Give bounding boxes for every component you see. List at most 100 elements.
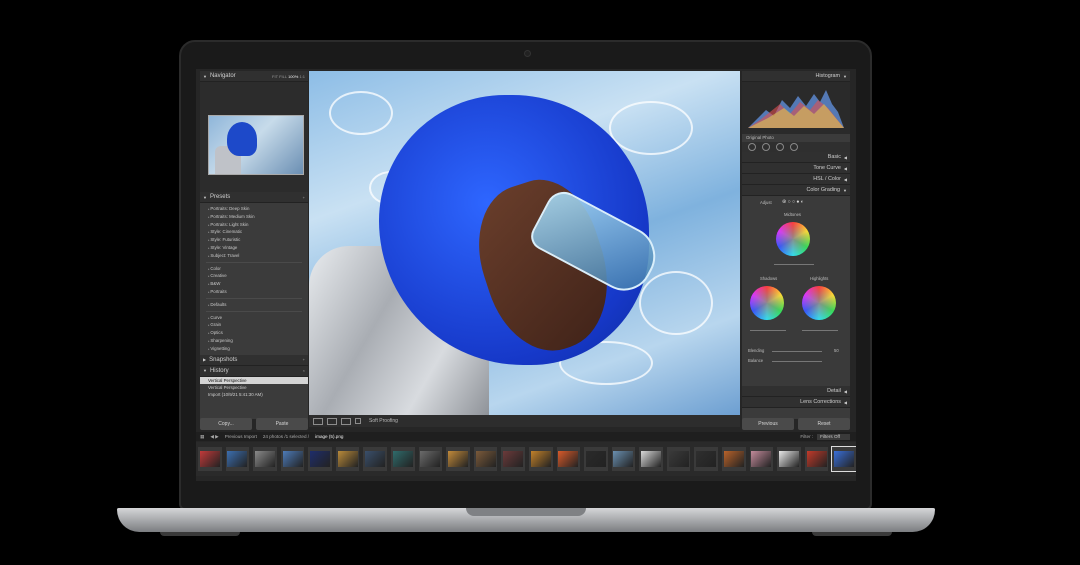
- basic-title: Basic: [827, 154, 841, 160]
- filmstrip-thumbnail[interactable]: [363, 447, 388, 471]
- filmstrip-thumbnail[interactable]: [831, 446, 856, 472]
- crop-tool-icon[interactable]: [748, 143, 756, 151]
- redeye-tool-icon[interactable]: [776, 143, 784, 151]
- filmstrip-thumbnail[interactable]: [777, 447, 801, 471]
- before-after-icon[interactable]: [327, 417, 337, 425]
- shadows-slider[interactable]: [750, 330, 786, 331]
- blending-slider[interactable]: [772, 351, 822, 352]
- filmstrip-thumbnail[interactable]: [666, 447, 691, 471]
- add-snapshot-icon[interactable]: +: [303, 357, 305, 362]
- preset-item[interactable]: Style: Cinematic: [200, 228, 308, 236]
- filmstrip-thumbnail[interactable]: [308, 447, 332, 471]
- midtones-wheel[interactable]: [776, 222, 810, 256]
- filmstrip-thumbnail[interactable]: [473, 447, 498, 471]
- main-photo[interactable]: [309, 71, 740, 415]
- preset-item[interactable]: Portraits: Light Skin: [200, 221, 308, 229]
- heal-tool-icon[interactable]: [762, 143, 770, 151]
- soft-proofing-checkbox[interactable]: [355, 418, 361, 424]
- split-view-icon[interactable]: [341, 417, 351, 425]
- preset-item[interactable]: Grain: [200, 321, 308, 329]
- filmstrip-thumbnail[interactable]: [611, 447, 636, 471]
- zoom-1-1[interactable]: 1:1: [299, 74, 305, 79]
- history-item[interactable]: Vertical Perspective: [200, 384, 308, 391]
- snapshots-header[interactable]: ▶ Snapshots +: [200, 354, 308, 366]
- shadows-wheel[interactable]: [750, 286, 784, 320]
- preset-item[interactable]: Defaults: [200, 301, 308, 309]
- filmstrip-thumbnail[interactable]: [749, 447, 774, 471]
- copy-button[interactable]: Copy...: [200, 418, 252, 430]
- preset-item[interactable]: Subject: Travel: [200, 252, 308, 260]
- preset-item[interactable]: B&W: [200, 280, 308, 288]
- history-header[interactable]: ▼ History ×: [200, 365, 308, 377]
- preset-item[interactable]: Sharpening: [200, 337, 308, 345]
- detail-header[interactable]: Detail ◀: [742, 386, 850, 397]
- preset-item[interactable]: Creative: [200, 272, 308, 280]
- preset-item[interactable]: Curve: [200, 314, 308, 322]
- navigator-header[interactable]: ▼ Navigator FIT FILL 100% 1:1: [200, 71, 308, 82]
- expand-icon: ◀: [843, 399, 847, 405]
- preset-item[interactable]: Vignetting: [200, 345, 308, 353]
- presets-header[interactable]: ▼ Presets +: [200, 192, 308, 203]
- filmstrip-thumbnail[interactable]: [528, 447, 553, 471]
- midtones-slider[interactable]: [774, 264, 814, 265]
- presets-list: Portraits: Deep Skin Portraits: Medium S…: [200, 203, 308, 355]
- mask-tool-icon[interactable]: [790, 143, 798, 151]
- filmstrip-thumbnail[interactable]: [694, 447, 718, 471]
- paste-button[interactable]: Paste: [256, 418, 308, 430]
- reset-button[interactable]: Reset: [798, 418, 850, 430]
- filmstrip-thumbnail[interactable]: [391, 447, 415, 471]
- selected-filename[interactable]: image (5).png: [315, 434, 343, 439]
- basic-header[interactable]: Basic ◀: [742, 152, 850, 163]
- zoom-fit[interactable]: FIT: [272, 74, 278, 79]
- filmstrip-thumbnail[interactable]: [639, 447, 663, 471]
- preset-item[interactable]: Portraits: [200, 288, 308, 296]
- previous-button[interactable]: Previous: [742, 418, 794, 430]
- preset-item[interactable]: Portraits: Deep Skin: [200, 205, 308, 213]
- divider: [206, 310, 302, 312]
- balance-slider[interactable]: [772, 361, 822, 362]
- filmstrip-thumbnail[interactable]: [335, 447, 360, 471]
- balance-label: Balance: [748, 358, 764, 363]
- collapse-icon: ▼: [843, 73, 847, 79]
- filmstrip-thumbnail[interactable]: [198, 447, 222, 471]
- navigator-preview[interactable]: [200, 82, 308, 192]
- original-photo-toggle[interactable]: Original Photo: [742, 134, 850, 142]
- grid-view-icon[interactable]: ▦: [200, 434, 204, 440]
- zoom-options[interactable]: FIT FILL 100% 1:1: [272, 74, 305, 79]
- filmstrip-thumbnail[interactable]: [501, 447, 525, 471]
- filmstrip-thumbnail[interactable]: [225, 447, 250, 471]
- filmstrip-thumbnail[interactable]: [280, 447, 305, 471]
- zoom-100[interactable]: 100%: [288, 74, 298, 79]
- zoom-fill[interactable]: FILL: [279, 74, 287, 79]
- tone-curve-header[interactable]: Tone Curve ◀: [742, 163, 850, 174]
- preset-item[interactable]: Style: Futuristic: [200, 236, 308, 244]
- preset-item[interactable]: Color: [200, 265, 308, 273]
- highlights-wheel[interactable]: [802, 286, 836, 320]
- preset-item[interactable]: Portraits: Medium Skin: [200, 213, 308, 221]
- filmstrip-thumbnail[interactable]: [556, 447, 581, 471]
- filmstrip-thumbnail[interactable]: [584, 447, 608, 471]
- filmstrip-thumbnail[interactable]: [418, 447, 443, 471]
- preset-item[interactable]: Style: Vintage: [200, 244, 308, 252]
- lens-corrections-header[interactable]: Lens Corrections ◀: [742, 397, 850, 408]
- filmstrip-thumbnail[interactable]: [446, 447, 470, 471]
- filmstrip-thumbnail[interactable]: [804, 447, 829, 471]
- filmstrip-thumbnail[interactable]: [253, 447, 277, 471]
- histogram-header[interactable]: Histogram ▼: [742, 71, 850, 82]
- filmstrip-thumbnail[interactable]: [721, 447, 746, 471]
- hsl-header[interactable]: HSL / Color ◀: [742, 174, 850, 185]
- highlights-slider[interactable]: [802, 330, 838, 331]
- color-grading-mode-icons[interactable]: ⊛ ○ ○ ● ◐: [782, 199, 804, 205]
- history-item[interactable]: Vertical Perspective: [200, 376, 308, 384]
- back-arrow-icon[interactable]: ◀ ▶: [210, 434, 218, 440]
- history-title: History: [209, 367, 229, 374]
- clear-history-icon[interactable]: ×: [303, 368, 305, 373]
- preset-item[interactable]: Optics: [200, 329, 308, 337]
- loupe-view-icon[interactable]: [313, 417, 323, 425]
- color-grading-header[interactable]: Color Grading ▼: [742, 185, 850, 196]
- adjust-label: Adjust: [760, 200, 772, 205]
- history-item[interactable]: Import (10/9/21 5:41:30 AM): [200, 391, 308, 398]
- filter-dropdown[interactable]: Filters Off: [817, 433, 850, 440]
- previous-import-label[interactable]: Previous Import: [225, 434, 257, 439]
- add-preset-icon[interactable]: +: [303, 195, 305, 200]
